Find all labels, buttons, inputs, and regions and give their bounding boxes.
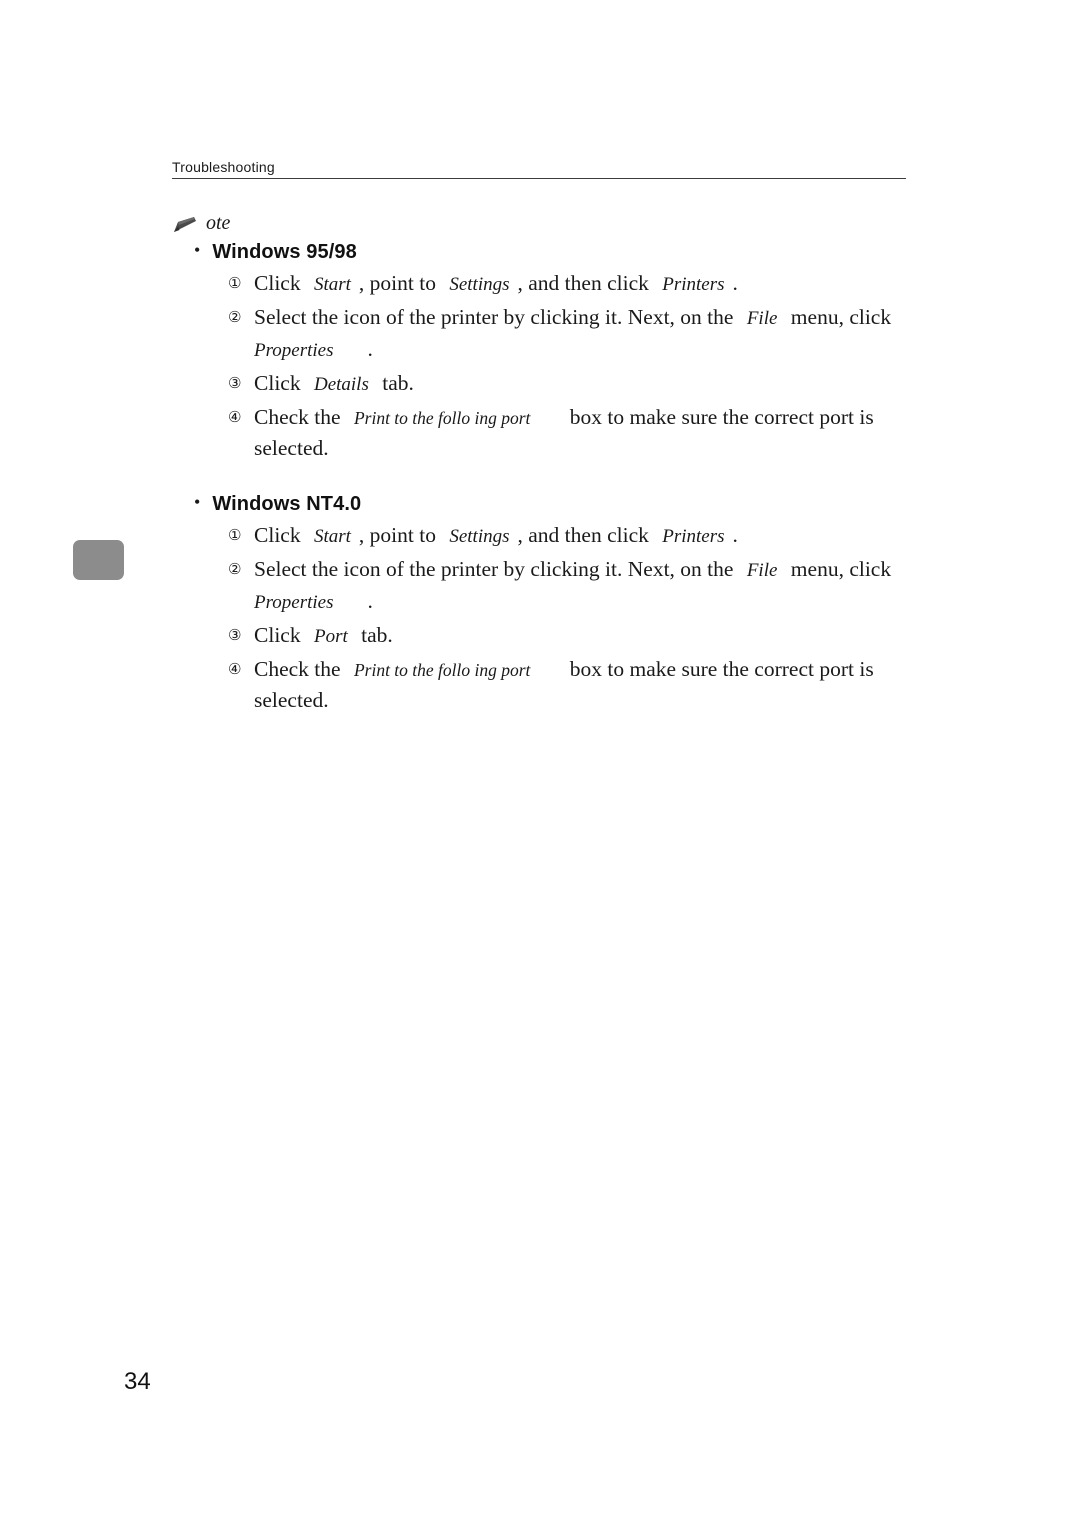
step-number: ② xyxy=(228,560,242,578)
step-item: ② Select the icon of the printer by click… xyxy=(228,302,932,366)
ui-term: Start xyxy=(313,274,351,295)
ui-term: Port xyxy=(313,626,348,647)
step-text: Select the icon of the printer by clicki… xyxy=(254,557,892,613)
sections-container: • Windows 95/98 ① Click Start, point to Set… xyxy=(172,241,932,715)
header-divider xyxy=(172,178,906,179)
bullet-icon: • xyxy=(194,240,201,260)
step-item: ③ Click Port tab. xyxy=(228,620,932,652)
step-item: ② Select the icon of the printer by click… xyxy=(228,554,932,618)
chapter-side-tab xyxy=(73,540,124,580)
step-text: Check the Print to the follo ing port bo… xyxy=(254,405,874,460)
ui-term: Print to the follo ing port xyxy=(353,408,531,428)
section-title: Windows 95/98 xyxy=(212,241,357,263)
note-heading: ote xyxy=(172,212,932,235)
pencil-icon xyxy=(172,216,198,236)
ui-term: Printers xyxy=(662,274,725,295)
bullet-icon: • xyxy=(194,492,201,512)
step-item: ④ Check the Print to the follo ing port b… xyxy=(228,654,932,715)
step-number: ④ xyxy=(228,660,242,678)
ui-term: File xyxy=(746,560,778,581)
ui-term: Settings xyxy=(449,274,510,295)
ui-term: Properties xyxy=(254,592,334,613)
step-number: ① xyxy=(228,274,242,292)
step-text: Select the icon of the printer by clicki… xyxy=(254,305,892,361)
step-list: ① Click Start, point to Settings, and the… xyxy=(172,268,932,463)
note-label: ote xyxy=(206,212,231,234)
step-text: Click Start, point to Settings, and then… xyxy=(254,271,738,295)
section-title: Windows NT4.0 xyxy=(212,493,362,515)
step-item: ③ Click Details tab. xyxy=(228,368,932,400)
step-number: ④ xyxy=(228,408,242,426)
ui-term: Settings xyxy=(449,526,510,547)
section-heading: • Windows NT4.0 xyxy=(172,493,932,516)
page-header: Troubleshooting xyxy=(172,158,906,179)
ui-term: Printers xyxy=(662,526,725,547)
ui-term: Details xyxy=(313,374,369,395)
step-number: ② xyxy=(228,308,242,326)
step-list: ① Click Start, point to Settings, and the… xyxy=(172,520,932,715)
step-text: Check the Print to the follo ing port bo… xyxy=(254,657,874,712)
ui-term: Print to the follo ing port xyxy=(353,660,531,680)
page-number: 34 xyxy=(124,1368,151,1395)
step-item: ① Click Start, point to Settings, and the… xyxy=(228,520,932,552)
step-number: ① xyxy=(228,526,242,544)
section-heading: • Windows 95/98 xyxy=(172,241,932,264)
step-text: Click Port tab. xyxy=(254,623,393,647)
step-number: ③ xyxy=(228,626,242,644)
ui-term: File xyxy=(746,308,778,329)
step-item: ④ Check the Print to the follo ing port b… xyxy=(228,402,932,463)
step-text: Click Start, point to Settings, and then… xyxy=(254,523,738,547)
step-number: ③ xyxy=(228,374,242,392)
ui-term: Properties xyxy=(254,340,334,361)
step-text: Click Details tab. xyxy=(254,371,414,395)
ui-term: Start xyxy=(313,526,351,547)
step-item: ① Click Start, point to Settings, and the… xyxy=(228,268,932,300)
page-content: ote • Windows 95/98 ① Click Start, point to… xyxy=(172,212,932,717)
chapter-label: Troubleshooting xyxy=(172,159,275,175)
